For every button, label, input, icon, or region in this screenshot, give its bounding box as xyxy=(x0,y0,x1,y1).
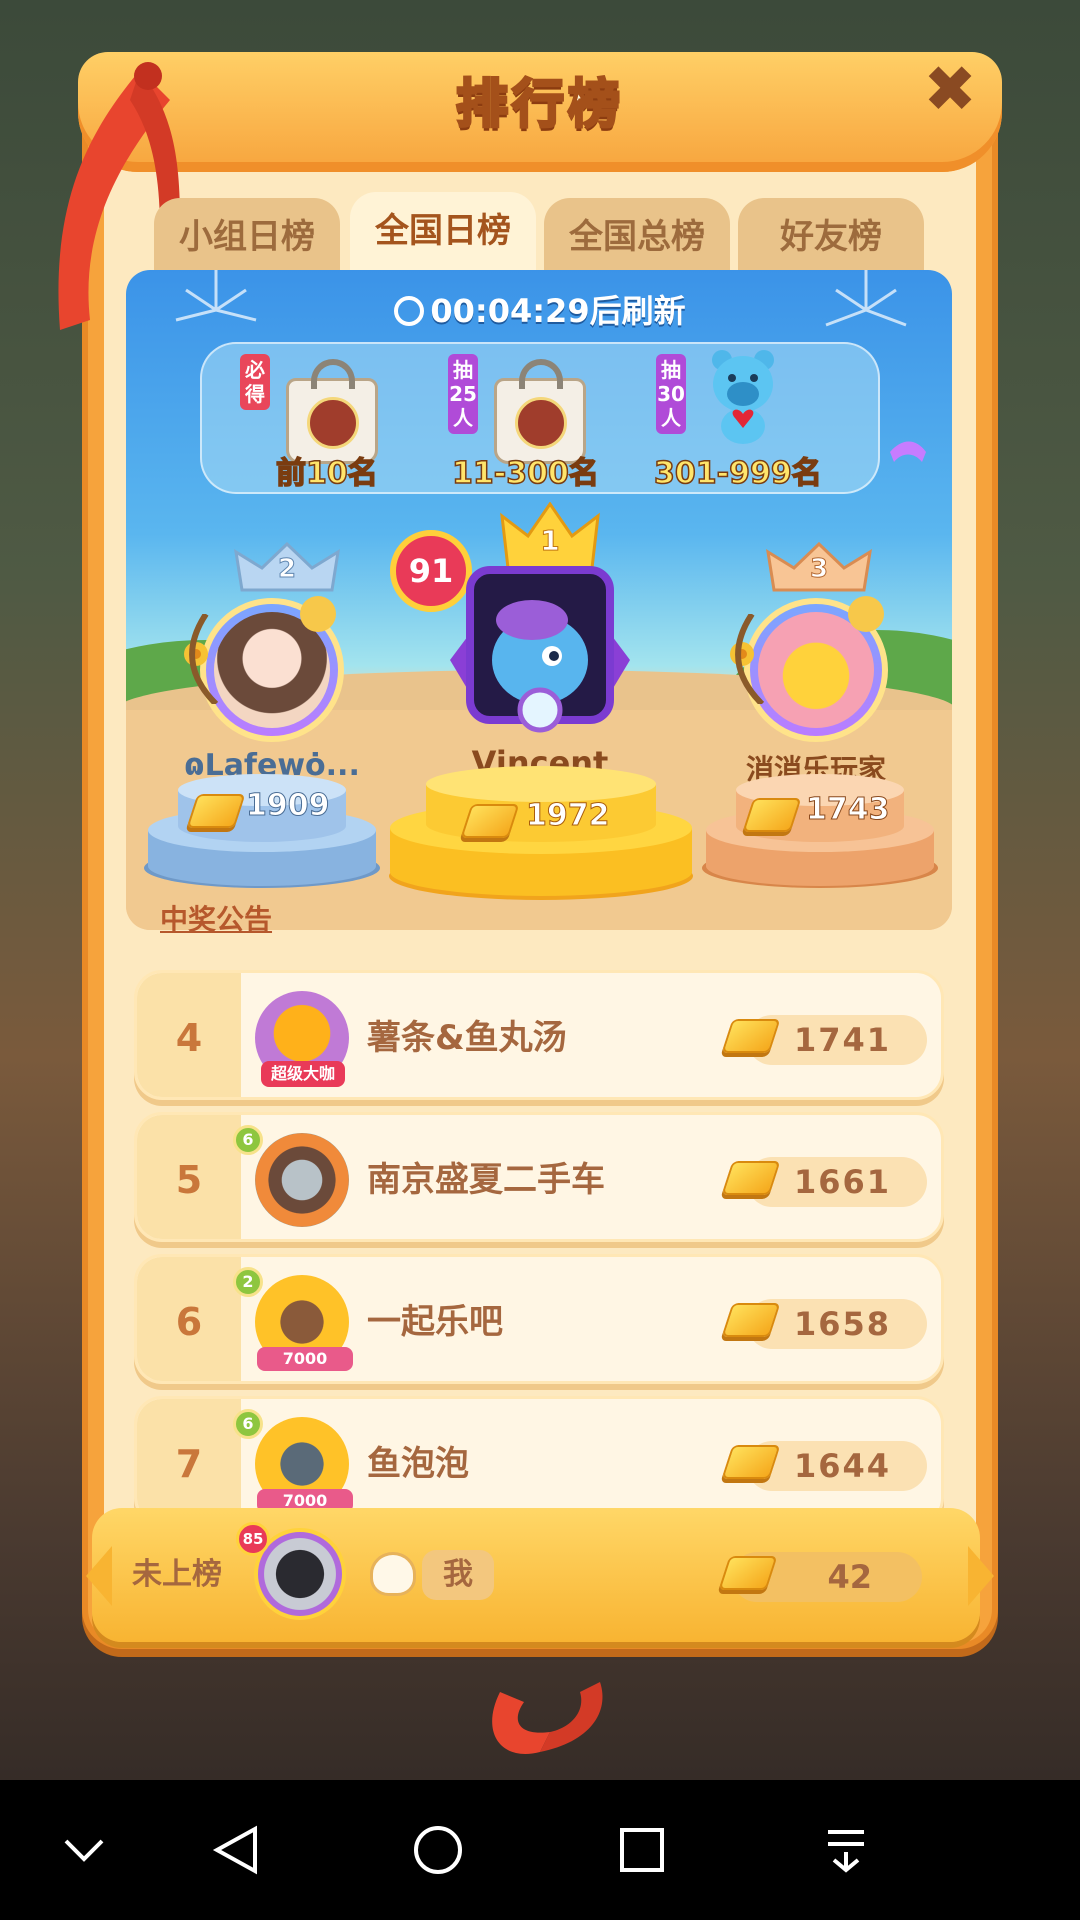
table-row[interactable]: 7 6 7000 鱼泡泡 1644 xyxy=(134,1396,944,1526)
nav-collapse-button[interactable] xyxy=(34,1780,134,1920)
arrow-right-decoration xyxy=(968,1546,994,1606)
bunny-icon xyxy=(370,1552,416,1596)
prize-range: 前10名 xyxy=(275,455,378,492)
prize-tag: 抽25人 xyxy=(448,354,478,434)
tab-group-daily[interactable]: 小组日榜 xyxy=(154,198,340,274)
table-row[interactable]: 5 6 南京盛夏二手车 1661 xyxy=(134,1112,944,1242)
winner-notice-link[interactable]: 中奖公告 xyxy=(160,898,272,938)
title-badge: 7000 xyxy=(257,1347,353,1371)
tab-national-daily[interactable]: 全国日榜 xyxy=(350,192,536,274)
confetti-decoration xyxy=(890,441,926,462)
close-icon: ✖ xyxy=(923,53,977,127)
rank-3-pedestal xyxy=(702,774,938,888)
clock-icon xyxy=(394,296,425,326)
nav-back-button[interactable] xyxy=(186,1780,286,1920)
table-row[interactable]: 4 超级大咖 薯条&鱼丸汤 1741 xyxy=(134,970,944,1100)
rank-number: 4 xyxy=(137,973,241,1097)
avatar xyxy=(255,1133,349,1227)
player-name: 鱼泡泡 xyxy=(367,1444,469,1484)
close-button[interactable]: ✖ xyxy=(920,58,980,122)
rank-number: 7 xyxy=(137,1399,241,1523)
bear-prize-icon xyxy=(712,350,774,444)
nav-notification-button[interactable] xyxy=(796,1780,896,1920)
home-icon xyxy=(414,1826,462,1874)
rank-2-crown: 2 xyxy=(232,541,342,594)
arrow-left-decoration xyxy=(86,1546,112,1606)
chevron-down-icon xyxy=(64,1839,104,1862)
back-icon xyxy=(212,1825,257,1875)
prize-range: 301-999名 xyxy=(653,455,822,492)
table-row[interactable]: 6 2 7000 一起乐吧 1658 xyxy=(134,1254,944,1384)
dialog-title: 排行榜 xyxy=(454,74,624,137)
avatar-rank-1[interactable] xyxy=(440,560,640,740)
badge-icon xyxy=(300,596,336,632)
rank-number: 6 xyxy=(137,1257,241,1381)
ribbon-bottom-decoration xyxy=(492,1682,603,1754)
player-name: 南京盛夏二手车 xyxy=(367,1160,605,1200)
prize-range: 11-300名 xyxy=(451,455,599,492)
rank-3-crown: 3 xyxy=(764,541,874,594)
flower-decoration xyxy=(184,614,219,704)
tab-friends[interactable]: 好友榜 xyxy=(738,198,924,274)
level-badge: 2 xyxy=(233,1267,263,1297)
my-rank-row[interactable]: 未上榜 85 我 42 xyxy=(92,1508,980,1642)
nav-home-button[interactable] xyxy=(388,1780,488,1920)
rank-3-score: 1743 xyxy=(806,792,891,828)
player-name: 一起乐吧 xyxy=(367,1302,503,1342)
badge-icon xyxy=(848,596,884,632)
player-name: 薯条&鱼丸汤 xyxy=(367,1018,567,1058)
prize-tag: 必得 xyxy=(240,354,270,410)
prize-tag: 抽30人 xyxy=(656,354,686,434)
rank-2-score: 1909 xyxy=(246,788,331,824)
level-badge: 6 xyxy=(233,1125,263,1155)
level-badge: 85 xyxy=(236,1522,270,1556)
my-name: 我 xyxy=(422,1550,494,1600)
nav-recents-button[interactable] xyxy=(592,1780,692,1920)
system-nav-bar xyxy=(0,1780,1080,1920)
level-badge: 6 xyxy=(233,1409,263,1439)
tab-national-total[interactable]: 全国总榜 xyxy=(544,198,730,274)
pull-down-icon xyxy=(828,1830,864,1873)
rank-1-pedestal xyxy=(389,766,693,900)
refresh-timer: 00:04:29后刷新 xyxy=(0,286,1080,332)
rank-number: 5 xyxy=(137,1115,241,1239)
flower-decoration xyxy=(730,614,765,704)
rank-1-score: 1972 xyxy=(526,798,611,834)
recents-icon xyxy=(620,1828,664,1872)
my-rank-status: 未上榜 xyxy=(132,1557,222,1592)
title-badge: 超级大咖 xyxy=(261,1061,345,1087)
